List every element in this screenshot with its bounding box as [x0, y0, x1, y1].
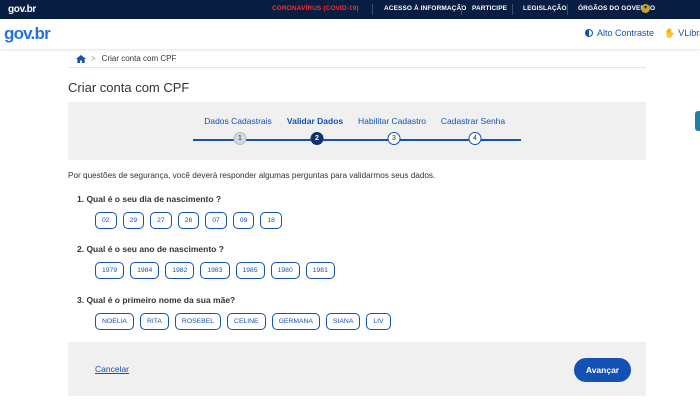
- step-marker-2: 2: [310, 132, 324, 145]
- home-icon[interactable]: [76, 54, 86, 63]
- cancel-link[interactable]: Cancelar: [95, 364, 129, 374]
- step-label-1: Dados Cadastrais: [204, 116, 272, 126]
- advance-button[interactable]: Avançar: [574, 358, 631, 382]
- contrast-icon: [585, 29, 593, 37]
- separator: [512, 4, 513, 15]
- chevron-down-icon[interactable]: ▾: [641, 4, 650, 13]
- option-button[interactable]: 07: [205, 212, 227, 229]
- stepper: Dados Cadastrais 1 Validar Dados 2 Habil…: [68, 102, 646, 160]
- covid-link[interactable]: CORONAVÍRUS (COVID-19): [272, 5, 359, 12]
- vlibras-label: VLibras: [678, 28, 700, 38]
- option-button[interactable]: RITA: [139, 313, 169, 330]
- logo-text: gov.br: [4, 24, 51, 43]
- option-button[interactable]: SIANA: [325, 313, 361, 330]
- separator: [372, 4, 373, 15]
- step-label-3: Habilitar Cadastro: [357, 116, 427, 126]
- legislation-link[interactable]: LEGISLAÇÃO: [523, 5, 567, 12]
- option-button[interactable]: GERMANA: [271, 313, 320, 330]
- option-button[interactable]: 09: [232, 212, 255, 229]
- step-label-4: Cadastrar Senha: [440, 116, 506, 126]
- breadcrumb-current: Criar conta com CPF: [101, 54, 177, 63]
- step-marker-3: 3: [387, 132, 401, 145]
- option-button[interactable]: 1984: [130, 262, 160, 279]
- option-button[interactable]: 1985: [235, 262, 265, 279]
- page-title: Criar conta com CPF: [68, 80, 190, 95]
- option-button[interactable]: 26: [177, 212, 200, 229]
- chevron-right-icon: >: [91, 54, 96, 63]
- vlibras-button[interactable]: ✋VLibras: [664, 28, 700, 39]
- separator: [461, 4, 462, 15]
- govbr-logo[interactable]: gov.br: [4, 24, 51, 43]
- intro-text: Por questões de segurança, você deverá r…: [68, 171, 436, 180]
- question-2: 2. Qual é o seu ano de nascimento ?: [77, 244, 224, 254]
- option-button[interactable]: CELINE: [227, 313, 266, 330]
- top-bar: gov.br CORONAVÍRUS (COVID-19) ACESSO À I…: [0, 0, 700, 19]
- govbr-small-logo[interactable]: gov.br: [8, 4, 36, 15]
- option-button[interactable]: 29: [122, 212, 145, 229]
- divider: [68, 67, 646, 68]
- separator: [567, 4, 568, 15]
- question-3-options: NOELIA RITA ROSEBEL CELINE GERMANA SIANA…: [95, 313, 391, 330]
- option-button[interactable]: LIV: [366, 313, 391, 330]
- step-marker-1: 1: [233, 132, 247, 145]
- form-footer: Cancelar Avançar: [68, 342, 646, 396]
- side-tab[interactable]: [695, 111, 700, 131]
- high-contrast-button[interactable]: Alto Contraste: [585, 28, 654, 38]
- option-button[interactable]: 27: [150, 212, 172, 229]
- high-contrast-label: Alto Contraste: [597, 28, 655, 38]
- access-info-link[interactable]: ACESSO À INFORMAÇÃO: [384, 5, 466, 12]
- option-button[interactable]: 1983: [200, 262, 230, 279]
- question-3: 3. Qual é o primeiro nome da sua mãe?: [77, 295, 236, 305]
- breadcrumb: > Criar conta com CPF: [76, 54, 176, 63]
- header: gov.br Alto Contraste ✋VLibras: [0, 19, 700, 49]
- step-label-2: Validar Dados: [286, 116, 344, 126]
- option-button[interactable]: ROSEBEL: [174, 313, 222, 330]
- hand-icon: ✋: [664, 28, 676, 38]
- option-button[interactable]: 18: [260, 212, 282, 229]
- participate-link[interactable]: PARTICIPE: [472, 5, 507, 12]
- question-2-options: 1979 1984 1982 1983 1985 1980 1981: [95, 262, 335, 279]
- option-button[interactable]: 1981: [305, 262, 335, 279]
- option-button[interactable]: 1979: [95, 262, 125, 279]
- question-1: 1. Qual é o seu dia de nascimento ?: [77, 194, 222, 204]
- option-button[interactable]: 1982: [165, 262, 195, 279]
- question-1-options: 02 29 27 26 07 09 18: [95, 212, 282, 229]
- option-button[interactable]: 02: [95, 212, 117, 229]
- option-button[interactable]: NOELIA: [95, 313, 134, 330]
- step-marker-4: 4: [468, 132, 482, 145]
- option-button[interactable]: 1980: [270, 262, 300, 279]
